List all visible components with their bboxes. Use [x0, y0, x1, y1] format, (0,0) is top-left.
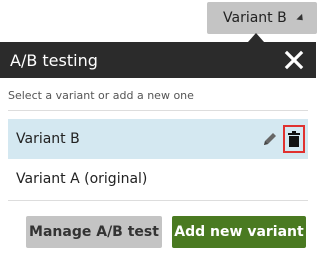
- variant-item-b[interactable]: Variant B: [8, 119, 308, 159]
- close-icon[interactable]: [282, 48, 306, 72]
- manage-ab-test-button[interactable]: Manage A/B test: [26, 216, 162, 248]
- variant-item-label: Variant A (original): [16, 171, 148, 187]
- variant-list: Variant B Variant A (original): [0, 119, 316, 199]
- variant-selector-label: Variant B: [223, 10, 287, 26]
- delete-variant-button[interactable]: [283, 125, 305, 153]
- variant-item-a[interactable]: Variant A (original): [8, 159, 308, 199]
- pencil-icon[interactable]: [262, 131, 278, 147]
- footer-divider: [8, 200, 308, 201]
- add-new-variant-button[interactable]: Add new variant: [172, 216, 306, 248]
- chevron-down-icon: [296, 13, 306, 24]
- panel-title: A/B testing: [10, 50, 98, 70]
- variant-item-label: Variant B: [16, 131, 80, 147]
- trash-icon: [288, 131, 300, 147]
- divider: [8, 110, 308, 111]
- variant-selector-button[interactable]: Variant B: [207, 2, 317, 34]
- popover-pointer: [248, 33, 264, 42]
- top-bar: Variant B: [0, 0, 317, 42]
- panel-subtitle: Select a variant or add a new one: [8, 89, 194, 102]
- panel-header: A/B testing: [0, 42, 316, 78]
- ab-testing-panel: A/B testing Select a variant or add a ne…: [0, 42, 316, 256]
